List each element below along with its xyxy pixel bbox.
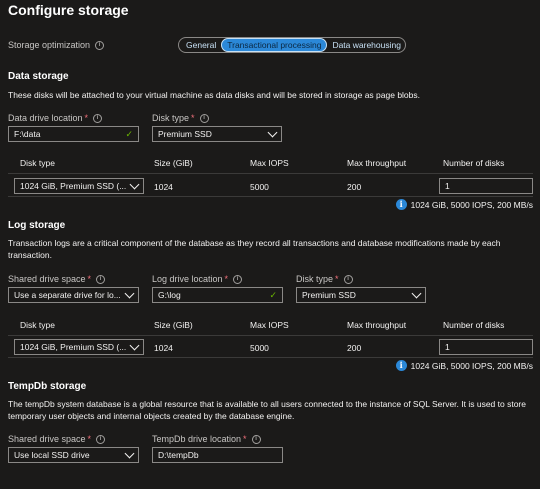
col-iops: Max IOPS	[250, 320, 289, 330]
table-header-divider	[8, 173, 533, 174]
col-disk-type: Disk type	[20, 158, 55, 168]
log-disktype-value: Premium SSD	[302, 290, 356, 300]
log-location-label-wrap: Log drive location * i	[152, 274, 243, 285]
tempdb-location-label: TempDb drive location	[152, 434, 242, 444]
info-icon[interactable]: i	[95, 41, 105, 51]
table-row-divider	[8, 196, 533, 197]
log-shared-label: Shared drive space	[8, 274, 86, 284]
col-disk-type: Disk type	[20, 320, 55, 330]
data-row-disktype-value: 1024 GiB, Premium SSD (...	[20, 181, 127, 191]
log-storage-description: Transaction logs are a critical componen…	[8, 238, 501, 260]
optimization-toggle[interactable]: General Transactional processing Data wa…	[178, 37, 406, 53]
chevron-down-icon	[129, 340, 140, 350]
required-marker: *	[224, 274, 229, 284]
log-summary-text: 1024 GiB, 5000 IOPS, 200 MB/s	[410, 360, 533, 371]
log-row-throughput: 200	[347, 343, 362, 353]
log-location-label: Log drive location	[152, 274, 223, 284]
data-location-label: Data drive location	[8, 113, 83, 123]
storage-optimization-label-wrap: Storage optimization i	[8, 40, 105, 51]
info-icon[interactable]: i	[233, 275, 243, 285]
chevron-down-icon	[129, 179, 140, 189]
table-row-divider	[8, 357, 533, 358]
log-row-disktype-value: 1024 GiB, Premium SSD (...	[20, 342, 127, 352]
page-title: Configure storage	[8, 2, 129, 18]
storage-optimization-label: Storage optimization	[8, 40, 91, 50]
tempdb-location-input[interactable]: D:\tempDb	[152, 447, 283, 463]
data-summary: i 1024 GiB, 5000 IOPS, 200 MB/s	[395, 199, 533, 210]
tempdb-shared-dropdown[interactable]: Use local SSD drive	[8, 447, 139, 463]
option-general[interactable]: General	[181, 39, 221, 51]
tempdb-storage-description: The tempDb system database is a global r…	[8, 399, 526, 421]
info-filled-icon: i	[395, 360, 407, 371]
table-header-divider	[8, 335, 533, 336]
option-transactional[interactable]: Transactional processing	[221, 38, 328, 52]
required-marker: *	[87, 434, 92, 444]
log-row-disk-count-value: 1	[445, 342, 450, 352]
required-marker: *	[84, 113, 89, 123]
info-icon[interactable]: i	[343, 275, 353, 285]
log-shared-label-wrap: Shared drive space * i	[8, 274, 106, 285]
data-disktype-value: Premium SSD	[158, 129, 212, 139]
tempdb-location-label-wrap: TempDb drive location * i	[152, 434, 261, 445]
data-row-disktype-dropdown[interactable]: 1024 GiB, Premium SSD (...	[14, 178, 144, 194]
log-summary: i 1024 GiB, 5000 IOPS, 200 MB/s	[395, 360, 533, 371]
chevron-down-icon	[411, 288, 422, 298]
log-row-size: 1024	[154, 343, 173, 353]
log-storage-heading: Log storage	[8, 220, 66, 231]
info-filled-icon: i	[395, 199, 407, 210]
col-disk-count: Number of disks	[443, 320, 505, 330]
col-throughput: Max throughput	[347, 320, 407, 330]
col-size: Size (GiB)	[154, 320, 193, 330]
data-row-disk-count-input[interactable]: 1	[439, 178, 533, 194]
chevron-down-icon	[124, 448, 135, 458]
log-disktype-label: Disk type	[296, 274, 334, 284]
info-icon[interactable]: i	[93, 114, 103, 124]
check-icon: ✓	[269, 289, 277, 300]
tempdb-shared-value: Use local SSD drive	[14, 450, 90, 460]
data-row-throughput: 200	[347, 182, 362, 192]
log-shared-dropdown[interactable]: Use a separate drive for lo...	[8, 287, 139, 303]
data-disktype-dropdown[interactable]: Premium SSD	[152, 126, 282, 142]
data-location-label-wrap: Data drive location * i	[8, 113, 103, 124]
info-icon[interactable]: i	[96, 275, 106, 285]
col-disk-count: Number of disks	[443, 158, 505, 168]
check-icon: ✓	[125, 128, 133, 139]
required-marker: *	[335, 274, 339, 284]
data-storage-heading: Data storage	[8, 71, 69, 82]
option-warehousing[interactable]: Data warehousing	[327, 39, 406, 51]
info-icon[interactable]: i	[251, 435, 261, 445]
log-row-disk-count-input[interactable]: 1	[439, 339, 533, 355]
data-row-disk-count-value: 1	[445, 181, 450, 191]
log-row-iops: 5000	[250, 343, 269, 353]
data-location-value: F:\data	[14, 129, 41, 139]
data-row-iops: 5000	[250, 182, 269, 192]
log-disktype-dropdown[interactable]: Premium SSD	[296, 287, 426, 303]
col-size: Size (GiB)	[154, 158, 193, 168]
log-location-value: G:\log	[158, 290, 181, 300]
info-icon[interactable]: i	[199, 114, 209, 124]
required-marker: *	[87, 274, 92, 284]
required-marker: *	[191, 113, 195, 123]
required-marker: *	[243, 434, 247, 444]
data-row-size: 1024	[154, 182, 173, 192]
log-row-disktype-dropdown[interactable]: 1024 GiB, Premium SSD (...	[14, 339, 144, 355]
tempdb-shared-label: Shared drive space	[8, 434, 86, 444]
log-location-input[interactable]: G:\log ✓	[152, 287, 283, 303]
log-disktype-label-wrap: Disk type * i	[296, 274, 353, 285]
data-disktype-label: Disk type	[152, 113, 190, 123]
info-icon[interactable]: i	[96, 435, 106, 445]
data-location-input[interactable]: F:\data ✓	[8, 126, 139, 142]
data-summary-text: 1024 GiB, 5000 IOPS, 200 MB/s	[410, 199, 533, 210]
tempdb-shared-label-wrap: Shared drive space * i	[8, 434, 106, 445]
tempdb-storage-heading: TempDb storage	[8, 381, 87, 392]
col-throughput: Max throughput	[347, 158, 407, 168]
data-storage-description: These disks will be attached to your vir…	[8, 90, 421, 100]
data-disktype-label-wrap: Disk type * i	[152, 113, 209, 124]
log-shared-value: Use a separate drive for lo...	[14, 290, 121, 300]
col-iops: Max IOPS	[250, 158, 289, 168]
tempdb-location-value: D:\tempDb	[158, 450, 199, 460]
chevron-down-icon	[124, 288, 135, 298]
chevron-down-icon	[267, 127, 278, 137]
